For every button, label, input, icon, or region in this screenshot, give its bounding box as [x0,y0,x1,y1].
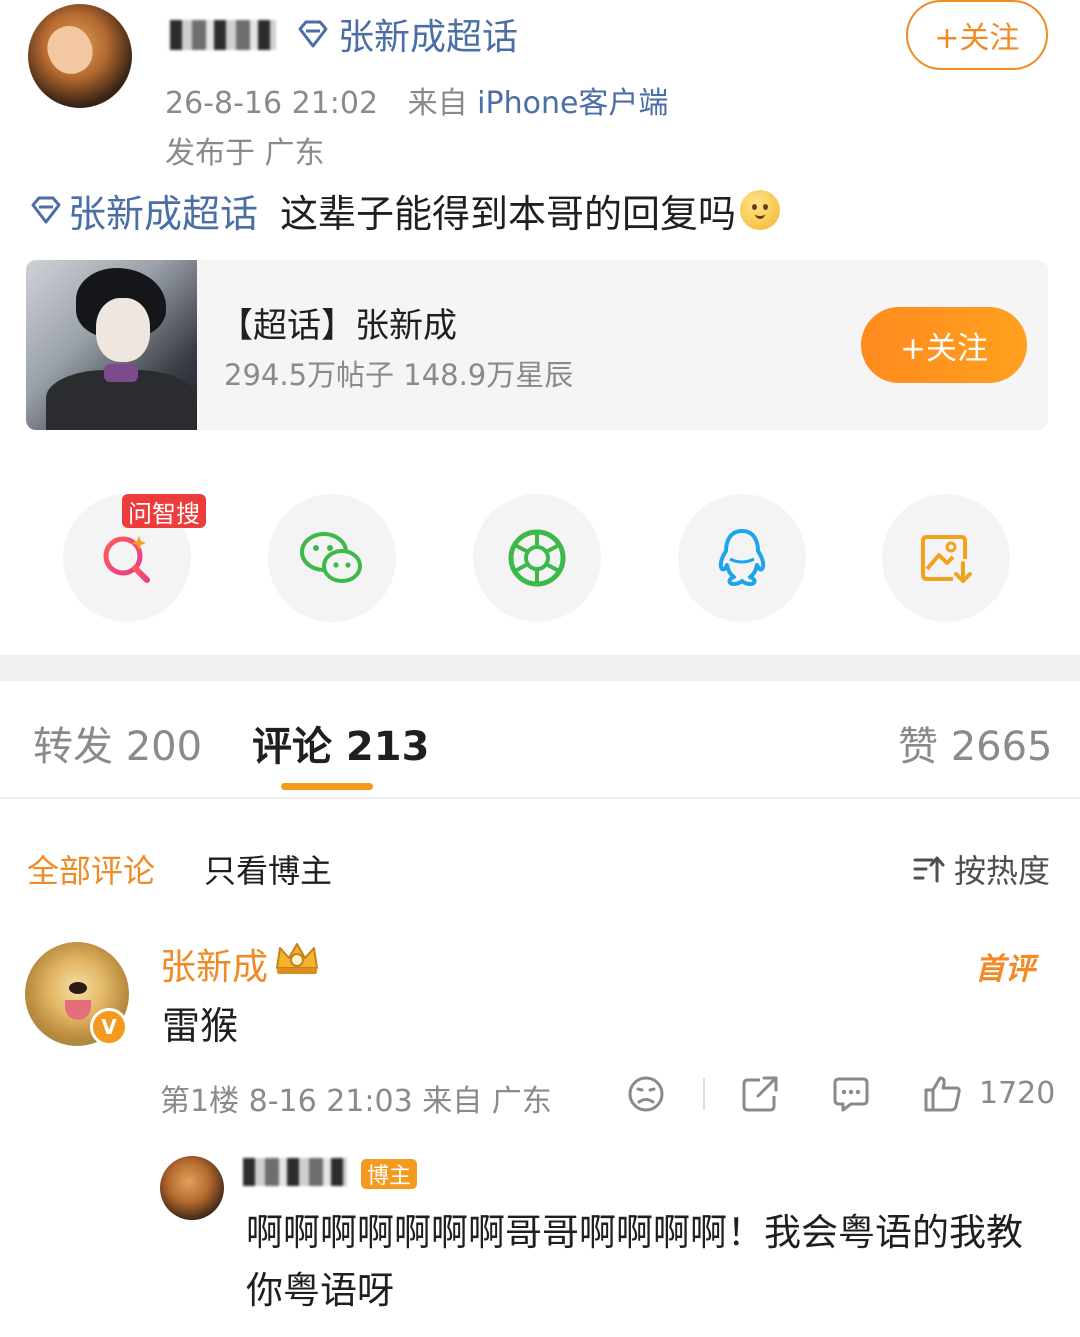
sort-label: 按热度 [954,852,1051,890]
comment-like-count: 1720 [979,1076,1056,1111]
save-image-button[interactable] [882,494,1010,622]
wechat-icon [300,532,362,583]
like-thumb-icon[interactable] [922,1074,964,1118]
sort-by-hot-button[interactable]: 按热度 [912,846,1050,892]
tab-comments[interactable]: 评论 213 [252,714,429,772]
sort-icon [913,856,945,883]
tabs-divider [0,797,1080,799]
comment-text: 雷猴 [162,1004,239,1048]
dislike-face-icon[interactable] [626,1074,666,1118]
post-meta: 26-8-16 21:02 来自 iPhone客户端 [165,78,668,122]
reply-comment-icon[interactable] [831,1074,871,1118]
share-comment-icon[interactable] [740,1074,780,1118]
post-timestamp: 26-8-16 21:02 [165,86,379,121]
save-image-icon [921,535,972,583]
post-text: 这辈子能得到本哥的回复吗 [280,191,737,236]
share-wechat-button[interactable] [268,494,396,622]
post-source[interactable]: iPhone客户端 [477,86,668,121]
crown-fan-badge-icon [272,938,322,982]
source-prefix: 来自 [407,86,468,121]
ai-search-badge: 问智搜 [122,494,206,528]
ai-search-icon [103,536,150,583]
first-comment-tag: 首评 [975,952,1035,987]
author-avatar[interactable] [28,4,132,108]
active-tab-indicator [281,783,373,790]
section-divider [0,655,1080,681]
author-name-redacted[interactable] [170,20,276,50]
moments-icon [508,529,566,587]
filter-owner-only[interactable]: 只看博主 [204,846,332,892]
filter-all-comments[interactable]: 全部评论 [27,846,155,892]
verified-v-icon: V [90,1008,128,1046]
tab-likes[interactable]: 赞 2665 [898,714,1053,772]
diamond-icon [298,20,328,48]
commenter-name[interactable]: 张新成 [160,938,268,990]
post-body: 张新成超话 这辈子能得到本哥的回复吗 [28,180,781,240]
diamond-icon [31,196,61,224]
follow-author-button[interactable]: +关注 [906,0,1048,70]
supertopic-card[interactable]: 【超话】张新成 294.5万帖子 148.9万星辰 +关注 [26,260,1048,430]
share-qq-button[interactable] [678,494,806,622]
supertopic-cover-image [26,260,197,430]
reply-text: 啊啊啊啊啊啊啊哥哥啊啊啊啊！我会粤语的我教你粤语呀 [246,1211,1023,1312]
body-topic-link[interactable]: 张新成超话 [28,183,258,238]
tab-reposts[interactable]: 转发 200 [33,714,202,772]
follow-supertopic-button[interactable]: +关注 [861,307,1027,383]
author-topic-link[interactable]: 张新成超话 [296,8,518,60]
qq-penguin-icon [718,529,766,586]
post-location: 发布于 广东 [165,136,325,171]
supertopic-title: 【超话】张新成 [219,306,457,346]
reply-author-name-redacted[interactable] [243,1158,347,1186]
supertopic-stats: 294.5万帖子 148.9万星辰 [224,358,574,392]
share-moments-button[interactable] [473,494,601,622]
topic-tag-label: 张新成超话 [338,17,519,58]
post-owner-badge: 博主 [361,1159,418,1189]
blush-emoji-icon [740,190,781,230]
reply-author-avatar[interactable] [160,1156,224,1220]
action-separator [703,1078,705,1110]
body-topic-label: 张新成超话 [68,191,259,236]
comment-meta: 第1楼 8-16 21:03 来自 广东 [160,1084,552,1119]
